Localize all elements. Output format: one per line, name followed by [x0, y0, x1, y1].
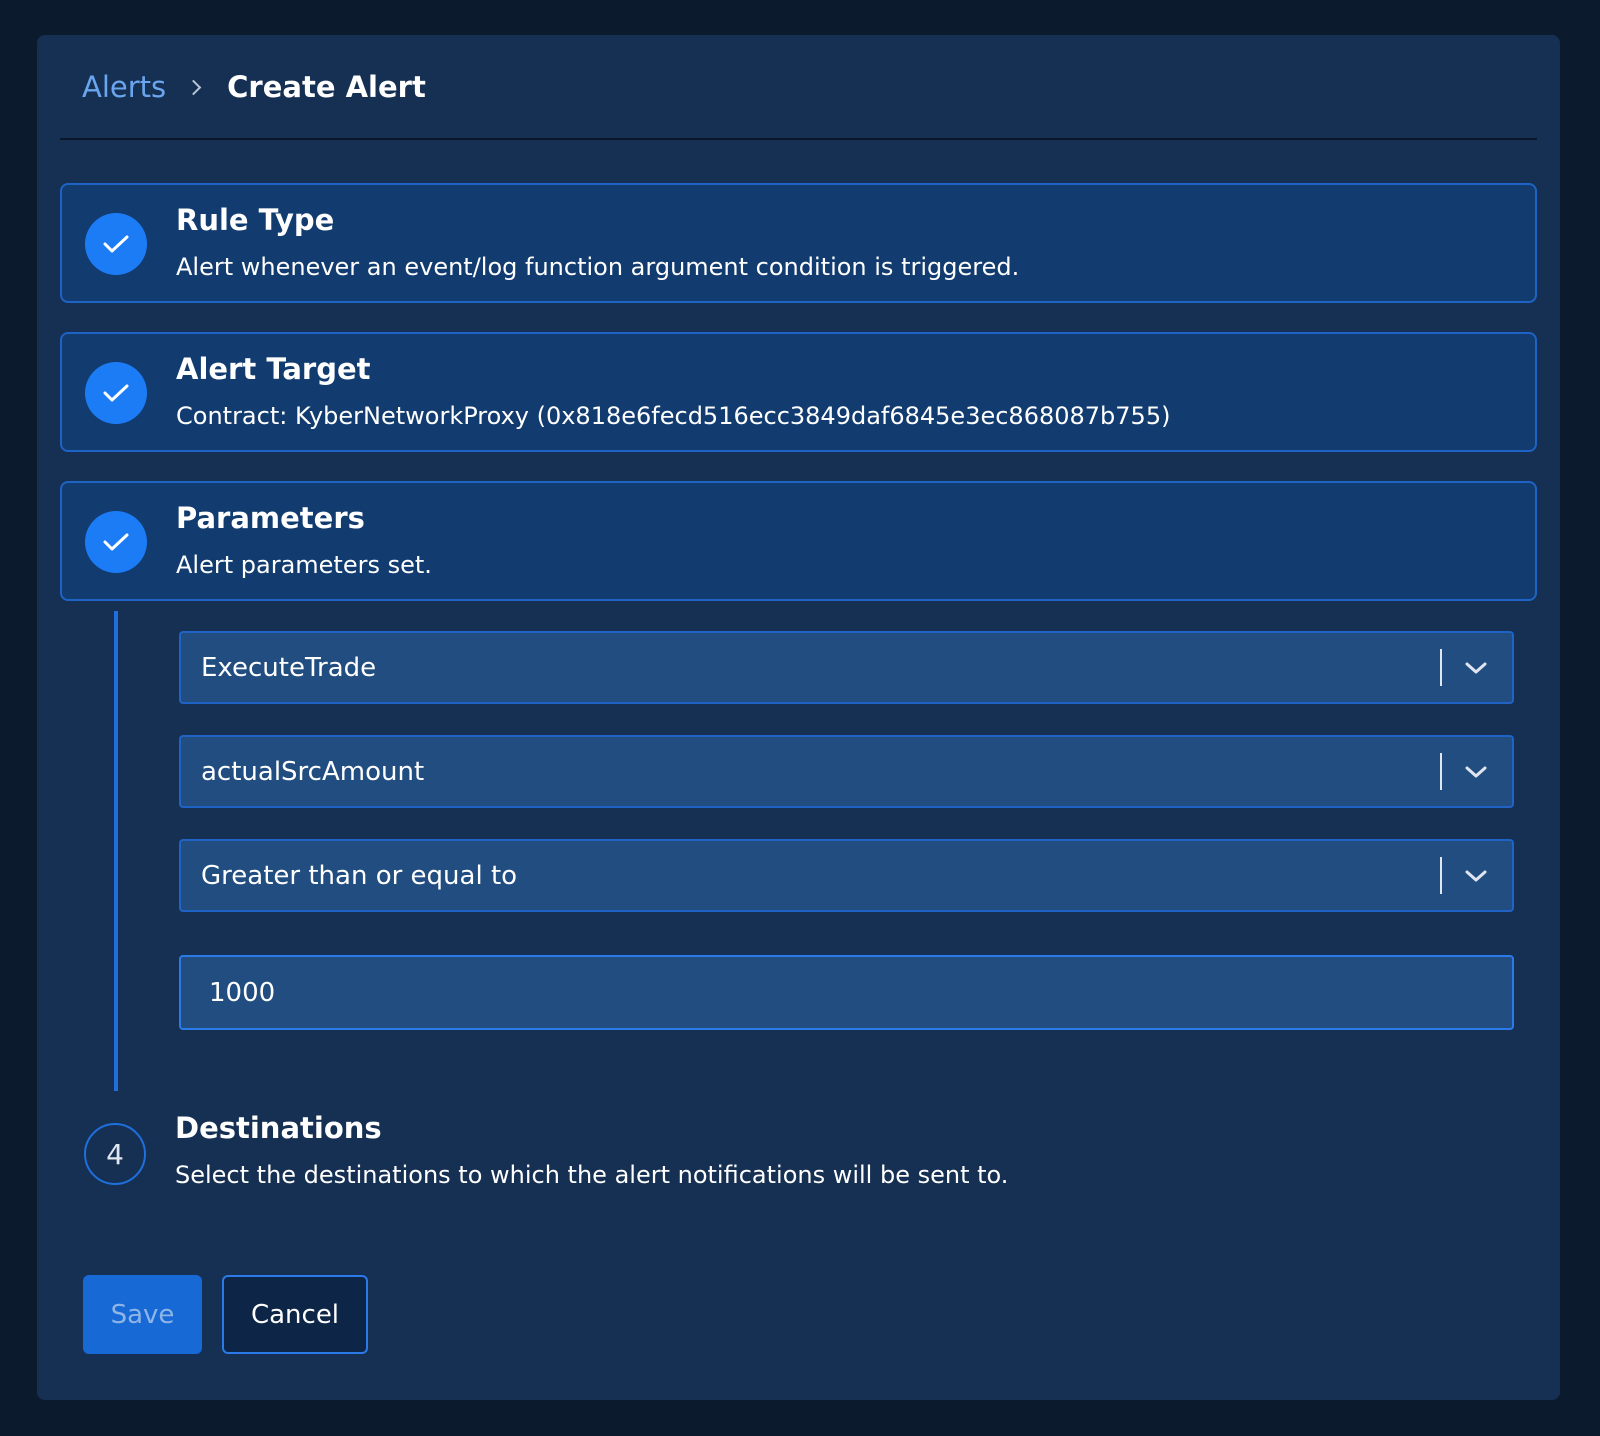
step-description: Select the destinations to which the ale… — [175, 1161, 1009, 1189]
step-rule-type[interactable]: Rule Type Alert whenever an event/log fu… — [60, 183, 1537, 303]
step-title: Alert Target — [176, 352, 371, 386]
threshold-value-input[interactable] — [179, 955, 1514, 1030]
select-separator — [1440, 857, 1442, 894]
select-value: ExecuteTrade — [201, 652, 377, 683]
condition-select[interactable]: Greater than or equal to — [179, 839, 1514, 912]
chevron-down-icon[interactable] — [1457, 857, 1494, 894]
checkmark-icon — [85, 362, 147, 424]
select-separator — [1440, 649, 1442, 686]
argument-select[interactable]: actualSrcAmount — [179, 735, 1514, 808]
step-title-destinations[interactable]: Destinations — [175, 1111, 382, 1145]
select-value: Greater than or equal to — [201, 860, 518, 891]
cancel-button[interactable]: Cancel — [222, 1275, 368, 1354]
breadcrumb-alerts-link[interactable]: Alerts — [82, 70, 166, 104]
event-select[interactable]: ExecuteTrade — [179, 631, 1514, 704]
select-value: actualSrcAmount — [201, 756, 425, 787]
checkmark-icon — [85, 213, 147, 275]
step-parameters[interactable]: Parameters Alert parameters set. — [60, 481, 1537, 601]
save-button[interactable]: Save — [83, 1275, 202, 1354]
step-title: Rule Type — [176, 203, 335, 237]
step-alert-target[interactable]: Alert Target Contract: KyberNetworkProxy… — [60, 332, 1537, 452]
checkmark-icon — [85, 511, 147, 573]
header-divider — [60, 138, 1537, 140]
breadcrumb: Alerts Create Alert — [82, 67, 426, 107]
step-description: Alert parameters set. — [176, 551, 432, 579]
step-title: Parameters — [176, 501, 365, 535]
create-alert-panel: Alerts Create Alert Rule Type Alert when… — [37, 35, 1560, 1400]
chevron-down-icon[interactable] — [1457, 649, 1494, 686]
page-title: Create Alert — [227, 70, 426, 104]
chevron-down-icon[interactable] — [1457, 753, 1494, 790]
step-number-badge: 4 — [84, 1123, 146, 1185]
chevron-right-icon — [185, 79, 202, 95]
select-separator — [1440, 753, 1442, 790]
step-timeline-line — [114, 611, 118, 1091]
step-description: Alert whenever an event/log function arg… — [176, 253, 1020, 281]
step-description: Contract: KyberNetworkProxy (0x818e6fecd… — [176, 402, 1171, 430]
